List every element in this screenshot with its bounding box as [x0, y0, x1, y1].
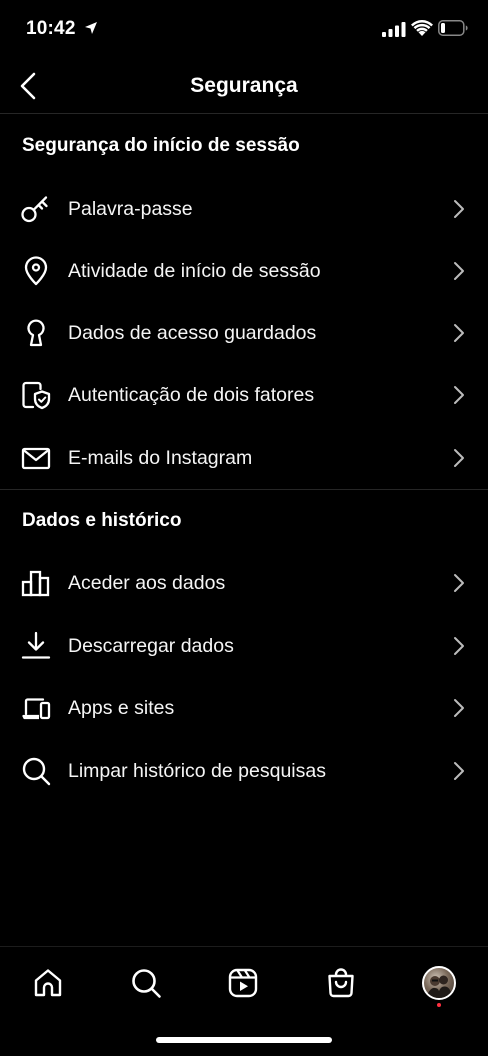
wifi-icon [411, 20, 433, 36]
key-icon [20, 193, 52, 225]
devices-icon [20, 692, 52, 724]
home-indicator [156, 1037, 332, 1043]
search-icon [20, 755, 52, 787]
location-pin-icon [20, 255, 52, 287]
keyhole-icon [20, 317, 52, 349]
tab-profile[interactable] [417, 961, 461, 1005]
shield-phone-icon [20, 379, 52, 411]
tab-search[interactable] [124, 961, 168, 1005]
section-divider [0, 489, 488, 490]
chevron-right-icon [454, 324, 464, 342]
menu-item-label: E-mails do Instagram [68, 446, 253, 469]
chevron-right-icon [454, 699, 464, 717]
chevron-right-icon [454, 386, 464, 404]
menu-item-label: Palavra-passe [68, 197, 193, 220]
chevron-right-icon [454, 449, 464, 467]
tab-shop[interactable] [319, 961, 363, 1005]
home-icon [34, 969, 62, 997]
menu-item-clear-search-history[interactable]: Limpar histórico de pesquisas [0, 740, 488, 802]
section-title-data-history: Dados e histórico [22, 510, 182, 531]
chevron-right-icon [454, 574, 464, 592]
avatar-photo-icon [426, 975, 452, 998]
shop-bag-icon [328, 968, 354, 998]
menu-item-instagram-emails[interactable]: E-mails do Instagram [0, 427, 488, 489]
status-bar: 10:42 [0, 0, 488, 60]
battery-icon [438, 20, 468, 36]
menu-item-login-activity[interactable]: Atividade de início de sessão [0, 240, 488, 302]
chevron-right-icon [454, 762, 464, 780]
page-title: Segurança [190, 74, 298, 97]
reels-icon [228, 968, 258, 998]
chevron-right-icon [454, 200, 464, 218]
cellular-signal-icon [382, 22, 406, 37]
menu-item-label: Aceder aos dados [68, 571, 226, 594]
menu-item-saved-login-info[interactable]: Dados de acesso guardados [0, 302, 488, 364]
menu-item-two-factor-auth[interactable]: Autenticação de dois fatores [0, 364, 488, 426]
menu-item-label: Apps e sites [68, 696, 175, 719]
bar-chart-icon [20, 567, 52, 599]
menu-item-access-data[interactable]: Aceder aos dados [0, 552, 488, 614]
menu-item-label: Dados de acesso guardados [68, 321, 317, 344]
menu-item-apps-and-sites[interactable]: Apps e sites [0, 677, 488, 739]
header: Segurança [0, 60, 488, 114]
menu-item-label: Autenticação de dois fatores [68, 383, 315, 406]
status-time: 10:42 [26, 18, 76, 39]
profile-avatar [422, 966, 456, 1000]
menu-item-password[interactable]: Palavra-passe [0, 178, 488, 240]
chevron-right-icon [454, 637, 464, 655]
chevron-right-icon [454, 262, 464, 280]
menu-item-label: Atividade de início de sessão [68, 259, 321, 282]
tab-reels[interactable] [221, 961, 265, 1005]
section-title-login-security: Segurança do início de sessão [22, 135, 300, 156]
mail-icon [20, 442, 52, 474]
location-arrow-icon [85, 22, 97, 34]
menu-item-label: Limpar histórico de pesquisas [68, 759, 326, 782]
notification-dot [437, 1003, 441, 1007]
menu-item-download-data[interactable]: Descarregar dados [0, 615, 488, 677]
menu-item-label: Descarregar dados [68, 634, 234, 657]
download-icon [20, 630, 52, 662]
search-icon [132, 969, 161, 998]
tab-home[interactable] [26, 961, 70, 1005]
